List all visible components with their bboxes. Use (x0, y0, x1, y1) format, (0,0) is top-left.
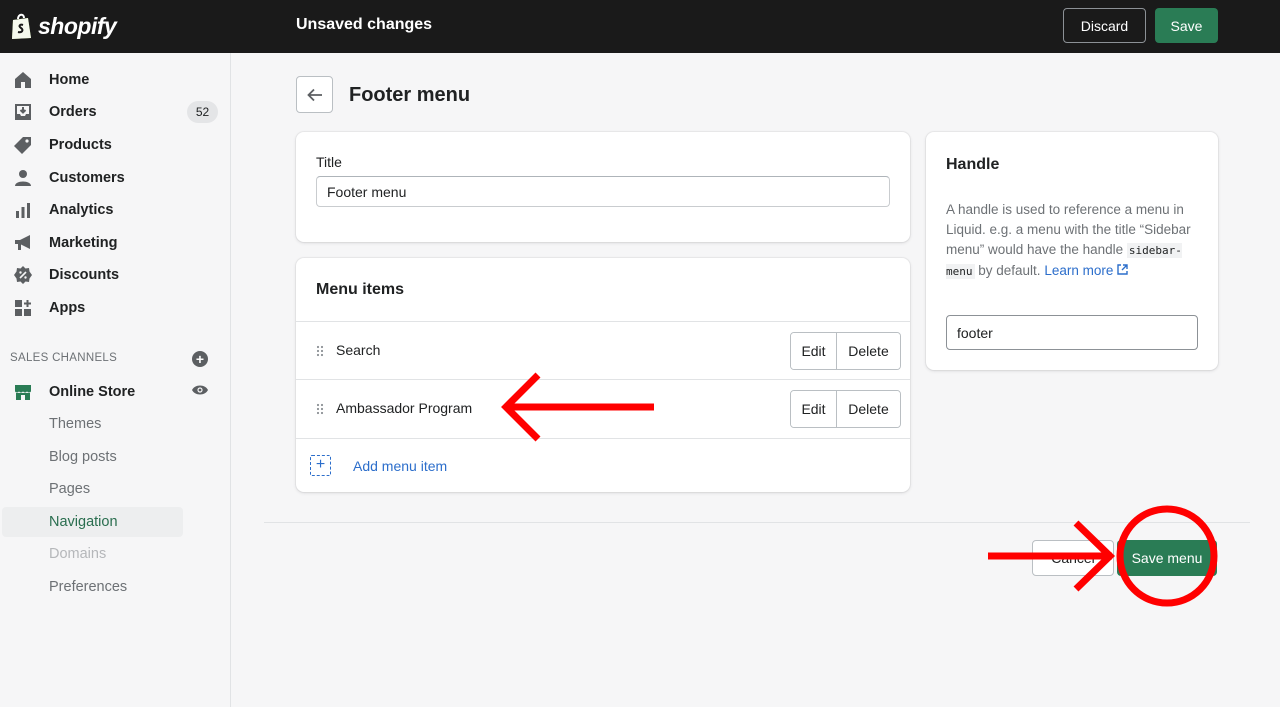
handle-heading: Handle (946, 156, 1000, 173)
menu-items-heading: Menu items (316, 281, 405, 298)
shopify-bag-icon (12, 13, 31, 39)
discard-button[interactable]: Discard (1063, 8, 1146, 43)
sidebar-item-orders[interactable]: Orders 52 (0, 97, 231, 127)
store-icon (13, 382, 33, 402)
learn-more-link[interactable]: Learn more (1044, 263, 1128, 278)
sidebar-item-label: Products (49, 137, 112, 153)
title-card: Title (296, 132, 910, 242)
sidebar-item-label: Customers (49, 170, 125, 186)
handle-card: Handle A handle is used to reference a m… (926, 132, 1218, 370)
sidebar-subitem-label: Domains (49, 546, 107, 562)
menu-items-card: Menu items Search Edit Delete Ambassador… (296, 258, 910, 492)
page-title: Footer menu (349, 84, 471, 106)
arrow-left-icon (306, 88, 322, 101)
title-input[interactable] (316, 176, 890, 207)
sidebar: Home Orders 52 Products Customers Analyt… (0, 53, 231, 707)
home-icon (13, 70, 33, 90)
sidebar-item-label: Apps (49, 300, 86, 316)
delete-button[interactable]: Delete (837, 391, 900, 427)
orders-count-badge: 52 (187, 101, 218, 123)
title-field-label: Title (316, 154, 342, 170)
sidebar-item-label: Marketing (49, 235, 118, 251)
sidebar-subitem-blog-posts[interactable]: Blog posts (0, 442, 231, 472)
menu-item-label: Ambassador Program (336, 400, 473, 416)
tag-icon (13, 135, 33, 155)
add-sales-channel-icon[interactable]: + (192, 351, 208, 367)
save-menu-button[interactable]: Save menu (1117, 540, 1217, 576)
bar-chart-icon (13, 200, 33, 220)
drag-handle-icon[interactable] (316, 403, 324, 415)
sidebar-subitem-domains[interactable]: Domains (0, 539, 231, 569)
sidebar-item-label: Home (49, 72, 90, 88)
sidebar-item-label: Analytics (49, 202, 114, 218)
eye-icon[interactable] (191, 383, 209, 401)
handle-desc-text: by default. (978, 263, 1041, 278)
sidebar-item-customers[interactable]: Customers (0, 163, 231, 193)
divider (264, 522, 1250, 523)
top-bar: shopify Unsaved changes Discard Save (0, 0, 1280, 53)
menu-item-row: Ambassador Program Edit Delete (296, 379, 910, 437)
sidebar-item-apps[interactable]: Apps (0, 293, 231, 323)
sidebar-subitem-label: Themes (49, 416, 102, 432)
learn-more-label: Learn more (1044, 263, 1114, 278)
sales-channels-heading: SALES CHANNELS (10, 352, 118, 364)
handle-input[interactable] (946, 315, 1198, 350)
drag-handle-icon[interactable] (316, 345, 324, 357)
unsaved-changes-label: Unsaved changes (296, 16, 433, 33)
sidebar-subitem-label: Navigation (49, 514, 118, 530)
menu-item-actions: Edit Delete (790, 332, 901, 370)
menu-item-row: Search Edit Delete (296, 321, 910, 379)
sidebar-item-label: Orders (49, 104, 97, 120)
handle-description: A handle is used to reference a menu in … (946, 200, 1208, 282)
logo-text: shopify (38, 12, 117, 39)
sidebar-subitem-label: Blog posts (49, 449, 117, 465)
sidebar-item-analytics[interactable]: Analytics (0, 195, 231, 225)
sidebar-subitem-label: Pages (49, 481, 91, 497)
apps-icon (13, 298, 33, 318)
sidebar-subitem-label: Preferences (49, 579, 128, 595)
sidebar-subitem-navigation[interactable]: Navigation (2, 507, 183, 537)
edit-button[interactable]: Edit (791, 333, 837, 369)
orders-icon (13, 102, 33, 122)
save-button[interactable]: Save (1155, 8, 1218, 43)
sidebar-item-discounts[interactable]: Discounts (0, 260, 231, 290)
add-menu-item-row[interactable]: + Add menu item (296, 438, 910, 492)
delete-button[interactable]: Delete (837, 333, 900, 369)
sidebar-subitem-preferences[interactable]: Preferences (0, 572, 231, 602)
shopify-logo[interactable]: shopify (10, 10, 117, 42)
sidebar-item-marketing[interactable]: Marketing (0, 228, 231, 258)
sidebar-subitem-themes[interactable]: Themes (0, 409, 231, 439)
menu-item-actions: Edit Delete (790, 390, 901, 428)
edit-button[interactable]: Edit (791, 391, 837, 427)
add-plus-icon: + (310, 455, 331, 476)
sidebar-item-products[interactable]: Products (0, 130, 231, 160)
sidebar-item-home[interactable]: Home (0, 65, 231, 95)
menu-item-label: Search (336, 342, 381, 358)
add-menu-item-link[interactable]: Add menu item (353, 458, 447, 474)
external-link-icon (1117, 264, 1128, 275)
person-icon (13, 168, 33, 188)
sidebar-subitem-pages[interactable]: Pages (0, 474, 231, 504)
sidebar-item-label: Online Store (49, 384, 136, 400)
cancel-button[interactable]: Cancel (1032, 540, 1114, 576)
sidebar-item-label: Discounts (49, 267, 120, 283)
megaphone-icon (13, 233, 33, 253)
discount-icon (13, 265, 33, 285)
back-button[interactable] (296, 76, 333, 113)
